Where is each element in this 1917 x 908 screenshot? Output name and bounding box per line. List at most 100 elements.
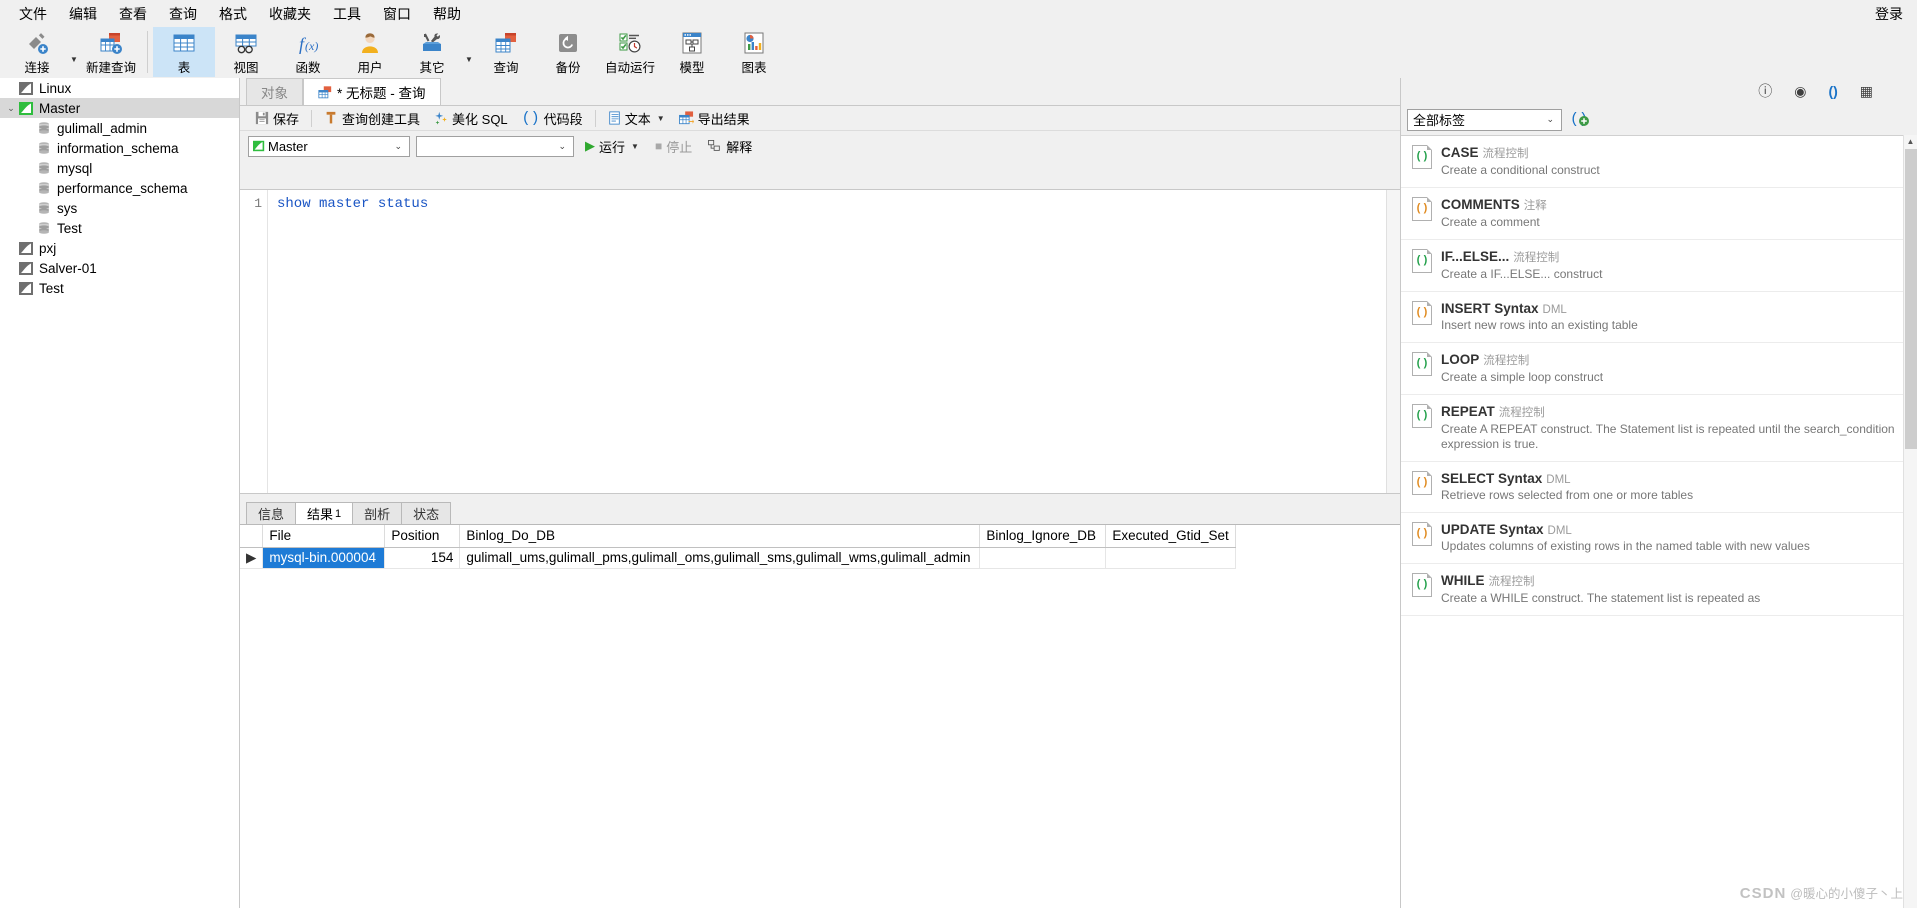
result-tab-status[interactable]: 状态	[401, 502, 452, 524]
column-header-file[interactable]: File	[262, 525, 386, 548]
menu-window[interactable]: 窗口	[372, 1, 422, 27]
ribbon-automation-button[interactable]: 自动运行	[599, 27, 661, 77]
column-header-binlog-do-db[interactable]: Binlog_Do_DB	[459, 525, 981, 548]
cell-executed-gtid-set[interactable]	[1105, 547, 1236, 569]
grid-icon[interactable]: ▦	[1860, 83, 1873, 100]
ribbon-chart-button[interactable]: 图表	[723, 27, 785, 77]
connection-tree[interactable]: Linux ⌄ Master gulimall_admin informatio…	[0, 78, 240, 908]
tab-untitled-query[interactable]: * 无标题 - 查询	[303, 78, 441, 105]
tree-node-test-connection[interactable]: Test	[0, 278, 239, 298]
snippet-item-comments[interactable]: () COMMENTS 注释 Create a comment	[1401, 188, 1917, 240]
scroll-thumb[interactable]	[1905, 149, 1917, 449]
snippet-content: WHILE 流程控制 Create a WHILE construct. The …	[1441, 573, 1905, 606]
snippet-list-scrollbar[interactable]: ▲	[1903, 135, 1917, 908]
run-button[interactable]: ▶ 运行 ▼	[580, 135, 644, 158]
snippet-item-loop[interactable]: () LOOP 流程控制 Create a simple loop constru…	[1401, 343, 1917, 395]
tab-object[interactable]: 对象	[246, 78, 303, 105]
tree-node-performance-schema[interactable]: performance_schema	[0, 178, 239, 198]
menu-file[interactable]: 文件	[8, 1, 58, 27]
chevron-down-icon[interactable]: ⌄	[390, 141, 406, 152]
chevron-down-icon[interactable]: ⌄	[554, 141, 570, 152]
column-header-position[interactable]: Position	[384, 525, 461, 548]
tree-node-salver-01[interactable]: Salver-01	[0, 258, 239, 278]
snippet-item-repeat[interactable]: () REPEAT 流程控制 Create A REPEAT construct.…	[1401, 395, 1917, 462]
menu-edit[interactable]: 编辑	[58, 1, 108, 27]
ribbon-function-button[interactable]: f (x) 函数	[277, 27, 339, 77]
tree-node-gulimall-admin[interactable]: gulimall_admin	[0, 118, 239, 138]
code-snippet-icon[interactable]: ()	[1828, 83, 1837, 99]
explain-button[interactable]: 解释	[703, 135, 757, 158]
ribbon-user-button[interactable]: 用户	[339, 27, 401, 77]
database-select[interactable]: ⌄	[416, 135, 574, 157]
snippet-item-if-else[interactable]: () IF...ELSE... 流程控制 Create a IF...ELSE..…	[1401, 240, 1917, 292]
other-dropdown-caret[interactable]: ▼	[463, 27, 475, 77]
menu-query[interactable]: 查询	[158, 1, 208, 27]
sql-editor[interactable]: 1 show master status	[240, 189, 1400, 494]
snippet-item-case[interactable]: () CASE 流程控制 Create a conditional constru…	[1401, 136, 1917, 188]
ribbon-model-button[interactable]: 模型	[661, 27, 723, 77]
cell-binlog-ignore-db[interactable]	[979, 547, 1107, 569]
snippet-tag-select[interactable]: 全部标签 ⌄	[1407, 108, 1562, 131]
ribbon-query-button[interactable]: 查询	[475, 27, 537, 77]
tree-node-sys[interactable]: sys	[0, 198, 239, 218]
result-tab-result-label: 结果	[307, 507, 334, 522]
save-button[interactable]: 保存	[248, 107, 306, 130]
stop-button[interactable]: ■ 停止	[650, 135, 697, 158]
tree-node-information-schema[interactable]: information_schema	[0, 138, 239, 158]
table-row[interactable]: ▶ mysql-bin.000004 154 gulimall_ums,guli…	[240, 547, 1236, 569]
eye-icon[interactable]: ◉	[1794, 83, 1806, 100]
ribbon-backup-button[interactable]: 备份	[537, 27, 599, 77]
result-tab-result[interactable]: 结果 1	[295, 502, 354, 524]
beautify-sql-button[interactable]: 美化 SQL	[427, 107, 515, 130]
database-icon	[39, 221, 49, 234]
tree-node-linux[interactable]: Linux	[0, 78, 239, 98]
tree-node-master[interactable]: ⌄ Master	[0, 98, 239, 118]
login-link[interactable]: 登录	[1875, 4, 1903, 24]
menu-view[interactable]: 查看	[108, 1, 158, 27]
menu-help[interactable]: 帮助	[422, 1, 472, 27]
tree-node-mysql[interactable]: mysql	[0, 158, 239, 178]
ribbon-other-button[interactable]: 其它	[401, 27, 463, 77]
menu-format[interactable]: 格式	[208, 1, 258, 27]
tree-twisty-master[interactable]: ⌄	[4, 103, 18, 114]
cell-position[interactable]: 154	[384, 547, 461, 569]
column-header-executed-gtid-set[interactable]: Executed_Gtid_Set	[1105, 525, 1236, 548]
tree-node-pxj[interactable]: pxj	[0, 238, 239, 258]
chevron-down-icon[interactable]: ▼	[631, 142, 639, 151]
column-header-binlog-ignore-db[interactable]: Binlog_Ignore_DB	[979, 525, 1107, 548]
scroll-up-arrow[interactable]: ▲	[1904, 135, 1917, 149]
snippet-list[interactable]: () CASE 流程控制 Create a conditional constru…	[1401, 135, 1917, 908]
info-icon[interactable]: ⓘ	[1758, 81, 1772, 101]
ribbon-view-button[interactable]: 视图	[215, 27, 277, 77]
text-mode-button[interactable]: 文本 ▼	[601, 107, 672, 130]
connection-select[interactable]: Master ⌄	[248, 135, 410, 157]
chevron-down-icon[interactable]: ⌄	[1542, 114, 1558, 125]
result-tab-info[interactable]: 信息	[246, 502, 297, 524]
menu-tools[interactable]: 工具	[322, 1, 372, 27]
snippet-description: Create a conditional construct	[1441, 163, 1600, 177]
add-snippet-icon[interactable]: ()	[1570, 109, 1590, 131]
snippet-item-select-syntax[interactable]: () SELECT Syntax DML Retrieve rows select…	[1401, 462, 1917, 513]
snippet-item-while[interactable]: () WHILE 流程控制 Create a WHILE construct. T…	[1401, 564, 1917, 616]
result-tab-result-index: 1	[335, 507, 342, 520]
connection-dropdown-caret[interactable]: ▼	[68, 27, 80, 77]
result-grid[interactable]: File Position Binlog_Do_DB Binlog_Ignore…	[240, 525, 1400, 908]
sql-text[interactable]: show master status	[268, 190, 1400, 493]
menu-favorites[interactable]: 收藏夹	[258, 1, 322, 27]
snippet-item-insert-syntax[interactable]: () INSERT Syntax DML Insert new rows into…	[1401, 292, 1917, 343]
result-tab-profile[interactable]: 剖析	[352, 502, 403, 524]
snippet-item-update-syntax[interactable]: () UPDATE Syntax DML Updates columns of e…	[1401, 513, 1917, 564]
ribbon-connection-button[interactable]: 连接	[6, 27, 68, 77]
snippet-category: DML	[1542, 304, 1567, 316]
ribbon-model-label: 模型	[679, 61, 705, 75]
chevron-down-icon[interactable]: ▼	[657, 114, 665, 123]
cell-file[interactable]: mysql-bin.000004	[262, 547, 386, 569]
cell-binlog-do-db[interactable]: gulimall_ums,gulimall_pms,gulimall_oms,g…	[459, 547, 981, 569]
query-builder-button[interactable]: 查询创建工具	[317, 107, 427, 130]
ribbon-new-query-button[interactable]: 新建查询	[80, 27, 142, 77]
editor-scrollbar[interactable]	[1386, 190, 1400, 493]
tree-node-test-db[interactable]: Test	[0, 218, 239, 238]
export-result-button[interactable]: 导出结果	[672, 107, 757, 130]
ribbon-table-button[interactable]: 表	[153, 27, 215, 77]
code-snippet-button[interactable]: () 代码段	[515, 107, 590, 130]
